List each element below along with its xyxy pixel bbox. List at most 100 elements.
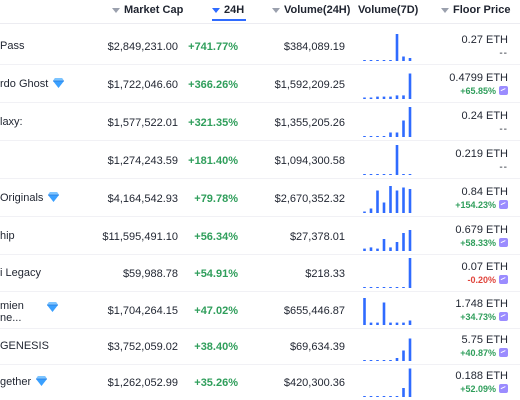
collection-name[interactable]: Pass xyxy=(0,40,24,52)
floor-change-value: -- xyxy=(499,124,508,135)
sort-caret-icon xyxy=(212,7,220,13)
volume-7d-bar xyxy=(382,96,386,99)
volume-7d-bar xyxy=(382,239,386,251)
change-24h-value: +56.34% xyxy=(194,231,238,243)
floor-change-value: -- xyxy=(499,162,508,173)
floor-change-text: +34.73% xyxy=(460,312,496,322)
market-cap-value: $1,274,243.59 xyxy=(107,155,178,167)
table-row[interactable]: i Legacy $59,988.78 +54.91% $218.33 0.07 ETH… xyxy=(0,255,520,292)
volume-7d-bar xyxy=(408,258,412,288)
volume-24h-value: $420,300.36 xyxy=(283,377,345,389)
floor-price-value: 0.4799 ETH xyxy=(449,72,508,84)
volume-7d-bar xyxy=(369,322,373,325)
volume-7d-bar xyxy=(402,95,405,99)
table-row[interactable]: mien ne... $1,704,264.15 +47.02% $655,446.8… xyxy=(0,292,520,329)
volume-7d-bar xyxy=(395,358,399,361)
market-cap-value: $3,752,059.02 xyxy=(107,341,178,353)
floor-change-text: -- xyxy=(499,162,508,173)
volume-7d-bar xyxy=(376,60,379,61)
table-row[interactable]: $1,274,243.59 +181.40% $1,094,300.58 0.219 … xyxy=(0,142,520,179)
volume-7d-bar xyxy=(376,96,379,99)
floor-price-value: 0.679 ETH xyxy=(455,224,508,236)
volume-7d-sparkline xyxy=(363,230,412,251)
market-cap-value: $1,577,522.01 xyxy=(107,117,178,129)
volume-7d-bar xyxy=(402,388,405,397)
collection-name[interactable]: Originals xyxy=(0,192,60,204)
floor-price-value: 0.219 ETH xyxy=(455,148,508,160)
volume-7d-bar xyxy=(395,322,399,325)
change-24h-value: +79.78% xyxy=(194,193,238,205)
volume-7d-sparkline xyxy=(363,258,412,288)
market-cap-header[interactable]: Market Cap xyxy=(112,4,183,16)
change-24h-value: +47.02% xyxy=(194,305,238,317)
volume-7d-bar xyxy=(363,396,366,397)
active-sort-indicator xyxy=(212,19,246,21)
volume-7d-bar xyxy=(389,132,392,137)
volume-7d-bar xyxy=(389,247,392,251)
floor-change-text: +40.87% xyxy=(460,348,496,358)
volume-7d-bar xyxy=(363,97,366,99)
collection-name-text: hip xyxy=(0,230,15,242)
collection-name[interactable]: hip xyxy=(0,230,15,242)
volume-7d-bar xyxy=(395,34,399,61)
trend-chart-icon xyxy=(499,200,508,209)
volume-7d-bar xyxy=(369,360,373,361)
floor-change-value: +154.23% xyxy=(455,200,508,210)
floor-change-value: +65.85% xyxy=(460,86,508,96)
trend-chart-icon xyxy=(499,384,508,393)
volume-7d-bar xyxy=(402,120,405,137)
volume-7d-bar xyxy=(363,298,366,325)
volume-7d-sparkline xyxy=(363,338,412,361)
change-24h-value: +321.35% xyxy=(188,117,238,129)
change-24h-header[interactable]: 24H xyxy=(212,4,244,16)
volume-7d-bar xyxy=(408,320,412,325)
collection-name-text: Originals xyxy=(0,192,44,204)
volume-7d-bar xyxy=(363,360,366,361)
floor-price-value: 0.84 ETH xyxy=(461,186,508,198)
table-row[interactable]: laxy: $1,577,522.01 +321.35% $1,355,205.26 0… xyxy=(0,104,520,141)
table-row[interactable]: GENESIS $3,752,059.02 +38.40% $69,634.39 5.7… xyxy=(0,328,520,365)
volume-24h-value: $384,089.19 xyxy=(283,41,345,53)
volume-7d-bar xyxy=(382,174,386,175)
volume-7d-bar xyxy=(389,360,392,361)
collection-name[interactable]: rdo Ghost xyxy=(0,78,65,90)
collection-name[interactable]: GENESIS xyxy=(0,340,49,352)
volume-7d-bar xyxy=(408,174,412,175)
volume-7d-bar xyxy=(408,230,412,251)
table-row[interactable]: Pass $2,849,231.00 +741.77% $384,089.19 0.27… xyxy=(0,28,520,65)
floor-price-header[interactable]: Floor Price xyxy=(441,4,510,16)
collection-name[interactable]: mien ne... xyxy=(0,300,58,324)
market-cap-value: $1,704,264.15 xyxy=(107,305,178,317)
collection-name[interactable]: i Legacy xyxy=(0,267,41,279)
volume-24h-value: $69,634.39 xyxy=(289,341,345,353)
volume-7d-bar xyxy=(408,338,412,361)
market-cap-value: $11,595,491.10 xyxy=(102,231,178,243)
volume-7d-bar xyxy=(402,350,405,361)
volume-7d-bar xyxy=(369,97,373,99)
volume-7d-bar xyxy=(369,174,373,175)
sort-caret-icon xyxy=(272,7,280,13)
volume-7d-sparkline xyxy=(363,107,412,137)
collection-name-text: GENESIS xyxy=(0,340,49,352)
floor-change-text: +65.85% xyxy=(460,86,496,96)
volume-7d-sparkline xyxy=(363,298,412,325)
market-cap-value: $4,164,542.93 xyxy=(107,193,178,205)
volume-7d-bar xyxy=(402,233,405,251)
floor-change-value: +52.09% xyxy=(460,384,508,394)
table-row[interactable]: Originals $4,164,542.93 +79.78% $2,670,352.… xyxy=(0,180,520,217)
table-row[interactable]: hip $11,595,491.10 +56.34% $27,378.01 0.679 … xyxy=(0,218,520,255)
collection-name[interactable]: gether xyxy=(0,376,48,388)
volume-7d-sparkline xyxy=(363,73,412,99)
floor-price-value: 5.75 ETH xyxy=(461,334,508,346)
volume-7d-header: Volume(7D) xyxy=(358,4,419,16)
table-row[interactable]: gether $1,262,052.99 +35.26% $420,300.36 0.1… xyxy=(0,364,520,400)
floor-change-value: -0.20% xyxy=(467,275,508,285)
change-24h-value: +35.26% xyxy=(194,377,238,389)
table-row[interactable]: rdo Ghost $1,722,046.60 +366.26% $1,592,209… xyxy=(0,66,520,103)
volume-7d-sparkline xyxy=(363,368,412,397)
volume-7d-bar xyxy=(389,396,392,397)
collection-name[interactable]: laxy: xyxy=(0,116,23,128)
volume-24h-header[interactable]: Volume(24H) xyxy=(272,4,350,16)
volume-7d-bar xyxy=(369,60,373,61)
volume-7d-bar xyxy=(402,287,405,288)
